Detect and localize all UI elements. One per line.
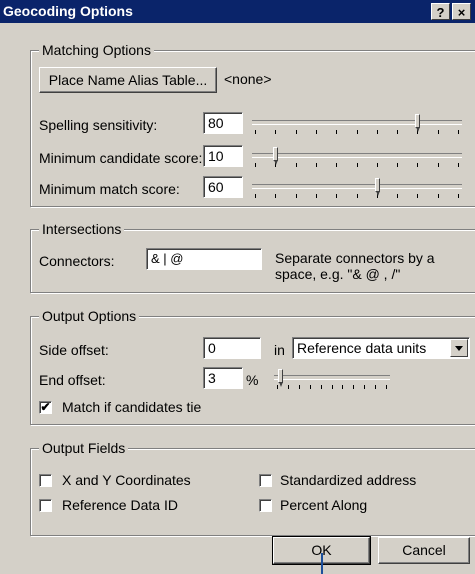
place-name-alias-table-button[interactable]: Place Name Alias Table... [39, 67, 217, 93]
slider-tick [458, 163, 459, 167]
slider-tick [375, 385, 376, 389]
slider-track [274, 375, 390, 380]
minimum-match-score-slider[interactable] [252, 178, 462, 200]
percent-along-checkbox[interactable] [259, 499, 272, 512]
close-button[interactable]: × [452, 3, 471, 20]
slider-tick [296, 194, 297, 198]
xy-coordinates-checkbox[interactable] [39, 474, 52, 487]
slider-thumb[interactable] [375, 178, 380, 196]
units-in-label: in [274, 342, 285, 358]
output-options-legend: Output Options [39, 308, 140, 324]
match-tie-checkbox[interactable]: ✔ [39, 401, 52, 414]
units-selected-value: Reference data units [297, 340, 427, 356]
xy-coordinates-label: X and Y Coordinates [62, 472, 191, 488]
slider-tick [458, 130, 459, 134]
slider-tick [336, 163, 337, 167]
standardized-address-label: Standardized address [280, 472, 417, 488]
slider-track [252, 120, 462, 125]
reference-data-id-checkbox[interactable] [39, 499, 52, 512]
percent-along-label: Percent Along [280, 497, 368, 513]
slider-tick [275, 130, 276, 134]
slider-thumb[interactable] [278, 369, 283, 387]
slider-tick [438, 130, 439, 134]
slider-thumb[interactable] [273, 147, 278, 165]
slider-tick [336, 194, 337, 198]
slider-tick [255, 194, 256, 198]
slider-tick [458, 194, 459, 198]
matching-options-legend: Matching Options [39, 42, 154, 58]
geocoding-options-dialog: Geocoding Options ? × Matching Options P… [0, 0, 475, 574]
output-fields-legend: Output Fields [39, 440, 129, 456]
spelling-sensitivity-label: Spelling sensitivity: [39, 117, 158, 133]
slider-tick [357, 163, 358, 167]
slider-track [252, 184, 462, 189]
units-select[interactable]: Reference data units [292, 337, 470, 359]
side-offset-label: Side offset: [39, 342, 109, 358]
alias-table-value: <none> [224, 71, 272, 87]
slider-tick [316, 194, 317, 198]
intersections-legend: Intersections [39, 221, 125, 237]
connectors-field[interactable]: & | @ [146, 248, 262, 270]
slider-tick [288, 385, 289, 389]
output-fields-group: Output Fields [30, 440, 475, 536]
minimum-candidate-score-label: Minimum candidate score: [39, 150, 203, 166]
end-offset-field[interactable]: 3 [203, 367, 243, 389]
help-button[interactable]: ? [431, 3, 450, 20]
minimum-candidate-score-field[interactable]: 10 [203, 145, 243, 167]
minimum-match-score-field[interactable]: 60 [203, 176, 243, 198]
slider-tick [316, 163, 317, 167]
slider-tick [296, 130, 297, 134]
slider-tick [275, 194, 276, 198]
end-offset-label: End offset: [39, 372, 106, 388]
slider-tick [438, 194, 439, 198]
slider-tick [277, 385, 278, 389]
slider-tick [377, 130, 378, 134]
slider-tick [353, 385, 354, 389]
minimum-match-score-label: Minimum match score: [39, 181, 180, 197]
reference-data-id-label: Reference Data ID [62, 497, 178, 513]
spelling-sensitivity-field[interactable]: 80 [203, 112, 243, 134]
slider-tick [310, 385, 311, 389]
slider-tick [357, 130, 358, 134]
slider-tick [299, 385, 300, 389]
slider-tick [438, 163, 439, 167]
slider-tick [321, 385, 322, 389]
connectors-label: Connectors: [39, 253, 115, 269]
slider-tick [332, 385, 333, 389]
slider-tick [377, 163, 378, 167]
side-offset-field[interactable]: 0 [203, 337, 261, 359]
slider-tick [397, 194, 398, 198]
slider-tick [397, 163, 398, 167]
slider-tick [255, 130, 256, 134]
slider-tick [417, 194, 418, 198]
slider-track [252, 153, 462, 158]
slider-tick [364, 385, 365, 389]
slider-tick [397, 130, 398, 134]
standardized-address-checkbox[interactable] [259, 474, 272, 487]
cancel-button[interactable]: Cancel [378, 537, 470, 564]
slider-tick [336, 130, 337, 134]
end-offset-slider[interactable] [274, 369, 390, 391]
window-title: Geocoding Options [3, 3, 133, 19]
slider-tick [342, 385, 343, 389]
connectors-hint: Separate connectors by a space, e.g. "& … [275, 250, 435, 282]
slider-tick [316, 130, 317, 134]
slider-tick [386, 385, 387, 389]
slider-tick [255, 163, 256, 167]
title-bar[interactable]: Geocoding Options ? × [0, 0, 475, 23]
slider-tick [357, 194, 358, 198]
slider-tick [296, 163, 297, 167]
minimum-candidate-score-slider[interactable] [252, 147, 462, 169]
slider-tick [417, 163, 418, 167]
percent-label: % [246, 372, 259, 388]
match-tie-label: Match if candidates tie [62, 399, 202, 415]
spelling-sensitivity-slider[interactable] [252, 114, 462, 136]
slider-thumb[interactable] [415, 114, 420, 132]
chevron-down-icon[interactable] [450, 339, 468, 357]
pointer-leader-line [321, 553, 323, 574]
